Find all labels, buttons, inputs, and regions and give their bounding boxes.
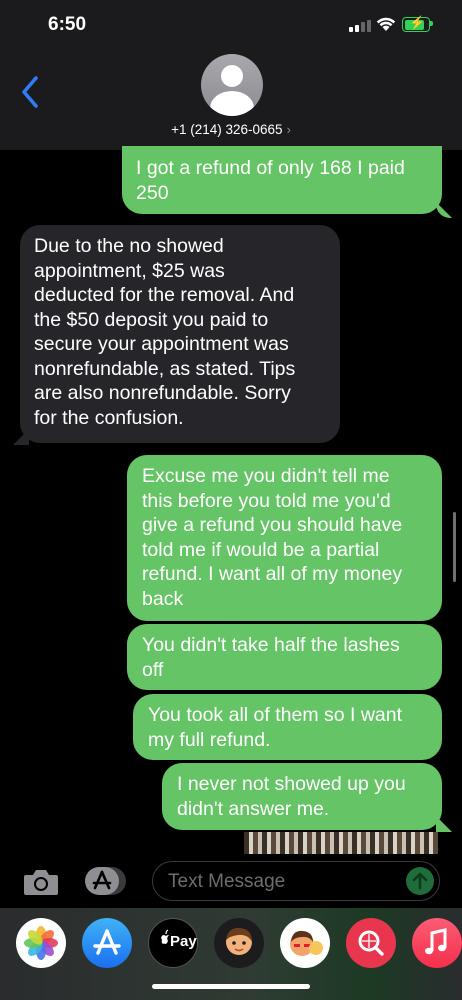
memoji-icon[interactable] [214, 918, 264, 968]
message-bubble-outgoing[interactable]: I never not showed up you didn't answer m… [162, 763, 442, 830]
send-button[interactable] [406, 867, 434, 895]
back-chevron-icon[interactable] [18, 74, 44, 110]
home-indicator[interactable] [152, 984, 310, 989]
message-bubble-incoming[interactable]: Due to the no showed appointment, $25 was… [20, 225, 340, 443]
wifi-icon [376, 17, 396, 31]
scroll-indicator[interactable] [453, 512, 456, 582]
cellular-signal-icon [349, 20, 371, 32]
status-bar: 6:50 ⚡ [0, 0, 462, 54]
contact-name[interactable]: +1 (214) 326-0665 › [0, 122, 462, 137]
status-time: 6:50 [48, 14, 87, 35]
arrow-up-icon [412, 872, 428, 890]
photo-attachment-peek[interactable] [244, 832, 438, 854]
app-store-icon[interactable] [82, 918, 132, 968]
apple-pay-label: Pay [170, 933, 197, 950]
conversation-header: +1 (214) 326-0665 › [0, 54, 462, 150]
chevron-right-icon: › [286, 122, 291, 137]
message-bubble-outgoing[interactable]: You didn't take half the lashes off [127, 624, 442, 690]
message-bubble-outgoing[interactable]: You took all of them so I want my full re… [133, 694, 442, 760]
message-input[interactable]: Text Message [152, 861, 440, 901]
message-bubble-outgoing[interactable]: Excuse me you didn't tell me this before … [127, 455, 442, 621]
search-images-icon[interactable] [346, 918, 396, 968]
contact-avatar[interactable] [201, 54, 263, 116]
memoji-stickers-icon[interactable] [280, 918, 330, 968]
camera-icon[interactable] [22, 867, 60, 897]
compose-bar: Text Message [0, 855, 462, 907]
message-input-placeholder: Text Message [168, 871, 286, 892]
app-store-apps-icon[interactable] [84, 865, 130, 897]
imessage-app-strip: Pay [0, 908, 462, 1000]
photos-icon[interactable] [16, 918, 66, 968]
apple-pay-icon[interactable]: Pay [148, 918, 198, 968]
battery-charging-icon: ⚡ [402, 15, 430, 32]
music-icon[interactable] [412, 918, 462, 968]
message-bubble-outgoing[interactable]: I got a refund of only 168 I paid 250 [122, 146, 442, 214]
